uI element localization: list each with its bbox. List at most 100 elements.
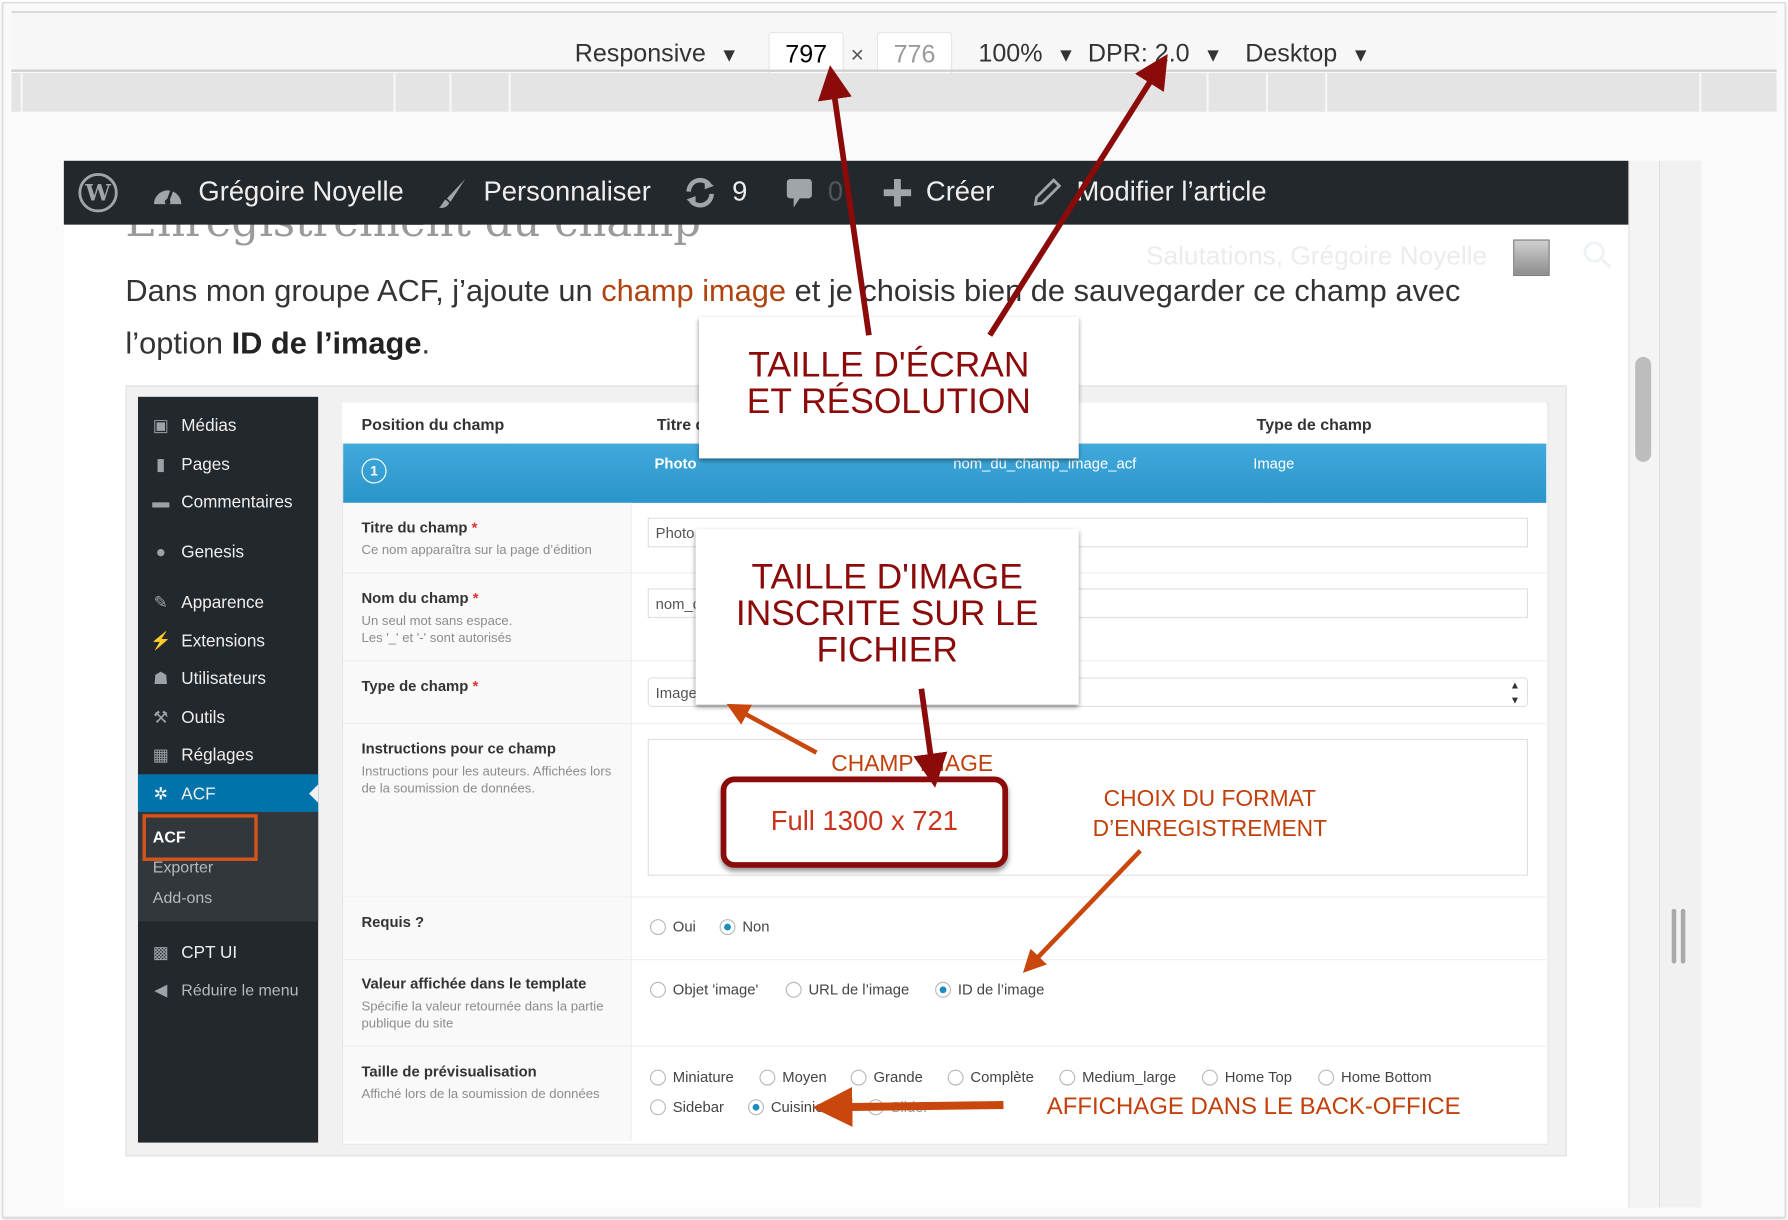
menu-label: Genesis <box>181 542 245 562</box>
field-name-desc: Un seul mot sans espace. Les '_' et '-' s… <box>361 613 618 647</box>
menu-item-apparence[interactable]: ✎ Apparence <box>138 585 318 619</box>
field-required-label: Requis ? <box>361 913 425 931</box>
radio-return-id[interactable]: ID de l’image <box>935 981 1044 998</box>
radio-preview-cuisinier[interactable]: Cuisinier <box>748 1098 829 1115</box>
zoom-dropdown[interactable]: 100% ▼ <box>978 38 1075 72</box>
radio-label: ID de l’image <box>957 980 1045 998</box>
menu-item-cpt-ui[interactable]: ▩ CPT UI <box>138 935 318 969</box>
viewport-scrollbar-track[interactable] <box>1628 160 1661 1208</box>
menu-label: Extensions <box>181 631 265 651</box>
radio-required-oui[interactable]: Oui <box>649 917 696 936</box>
menu-item-extensions[interactable]: ⚡ Extensions <box>138 624 318 658</box>
field-order-badge: 1 <box>361 458 387 484</box>
wp-logo-button[interactable]: W <box>78 161 119 225</box>
menu-label: Médias <box>181 415 237 436</box>
radio-label: Slider <box>890 1098 929 1116</box>
comments-link[interactable]: 0 <box>785 161 843 225</box>
collapse-arrow-icon: ◀ <box>154 980 168 1001</box>
comment-bubble-icon <box>786 179 812 208</box>
screenshot-stage: Responsive ▼ 797 × 776 100% ▼ DPR: 2.0 ▼… <box>0 0 1788 1220</box>
site-name-link[interactable]: Grégoire Noyelle <box>151 161 404 225</box>
required-marker: * <box>472 589 479 607</box>
radio-preview-moyen[interactable]: Moyen <box>759 1068 827 1086</box>
resize-handle-area[interactable] <box>1660 160 1702 1208</box>
radio-return-object[interactable]: Objet 'image' <box>649 981 758 998</box>
highlight-box <box>142 814 258 861</box>
menu-item-medias[interactable]: ▣ Médias <box>138 408 318 442</box>
zoom-label: 100% <box>978 38 1043 68</box>
radio-button-selected <box>719 918 736 935</box>
edit-post-label: Modifier l’article <box>1076 176 1267 208</box>
radio-button <box>867 1098 884 1115</box>
radio-preview-miniature[interactable]: Miniature <box>649 1068 734 1086</box>
ruler-tick <box>1699 72 1702 112</box>
radio-preview-home-top[interactable]: Home Top <box>1201 1068 1292 1086</box>
wp-admin-bar: W Grégoire Noyelle Personnaliser 9 0 Cré… <box>63 160 1629 225</box>
device-type-dropdown[interactable]: Desktop ▼ <box>1245 38 1370 72</box>
device-mode-dropdown[interactable]: Responsive ▼ <box>575 38 739 72</box>
field-row-title[interactable]: Photo <box>655 455 697 472</box>
radio-label: Miniature <box>672 1068 734 1086</box>
radio-preview-medium-large[interactable]: Medium_large <box>1059 1068 1176 1086</box>
required-marker: * <box>471 518 478 536</box>
champ-image-link[interactable]: champ image <box>601 274 786 308</box>
ruler-tick <box>1206 72 1209 112</box>
radio-preview-sidebar[interactable]: Sidebar <box>649 1098 724 1115</box>
radio-return-url[interactable]: URL de l’image <box>785 981 909 998</box>
brush-icon <box>439 179 466 208</box>
radio-button <box>850 1069 867 1086</box>
resize-handle-bar[interactable] <box>1680 908 1686 964</box>
menu-item-genesis[interactable]: ● Genesis <box>138 535 318 569</box>
label-text: Titre du champ <box>361 518 468 536</box>
appearance-icon: ✎ <box>153 592 168 613</box>
menu-label: ACF <box>181 783 216 804</box>
updates-icon <box>686 177 714 208</box>
new-content-link[interactable]: Créer <box>883 161 994 225</box>
dpr-label: DPR: 2.0 <box>1087 38 1190 68</box>
media-query-bar[interactable] <box>11 72 1777 112</box>
times-sign: × <box>850 43 864 69</box>
radio-button <box>1059 1069 1076 1086</box>
search-icon[interactable] <box>1582 239 1614 277</box>
radio-button <box>649 1069 666 1086</box>
viewport-scrollbar-thumb[interactable] <box>1635 356 1652 462</box>
menu-item-utilisateurs[interactable]: ☗ Utilisateurs <box>138 661 318 695</box>
collapse-menu-button[interactable]: ◀ Réduire le menu <box>138 973 318 1007</box>
ruler-tick <box>393 72 396 112</box>
radio-preview-complete[interactable]: Complète <box>947 1068 1034 1086</box>
active-pointer <box>309 784 319 803</box>
menu-item-outils[interactable]: ⚒ Outils <box>138 700 318 734</box>
radio-preview-home-bottom[interactable]: Home Bottom <box>1318 1068 1432 1086</box>
menu-item-commentaires[interactable]: ▬ Commentaires <box>138 485 318 519</box>
menu-item-reglages[interactable]: ▦ Réglages <box>138 738 318 772</box>
field-title-desc: Ce nom apparaîtra sur la page d’édition <box>361 543 592 558</box>
menu-item-pages[interactable]: ▮ Pages <box>138 447 318 481</box>
grid-icon: ▩ <box>152 943 169 963</box>
select-arrows-icon: ▲ ▼ <box>1509 679 1521 706</box>
radio-preview-slider[interactable]: Slider <box>867 1098 929 1116</box>
ruler-tick <box>508 72 511 112</box>
radio-label: Oui <box>672 917 696 936</box>
edit-post-link[interactable]: Modifier l’article <box>1031 161 1267 225</box>
radio-label: Home Top <box>1224 1068 1292 1086</box>
menu-item-acf[interactable]: ✲ ACF <box>137 774 319 814</box>
radio-preview-grande[interactable]: Grande <box>850 1068 923 1086</box>
radio-required-non[interactable]: Non <box>719 918 770 935</box>
full-size-text: Full 1300 x 721 <box>770 806 958 837</box>
resize-handle-bar[interactable] <box>1671 908 1677 964</box>
dpr-dropdown[interactable]: DPR: 2.0 ▼ <box>1088 38 1223 72</box>
submenu-add-ons[interactable]: Add-ons <box>153 888 212 906</box>
device-mode-label: Responsive <box>574 38 706 68</box>
wp-admin-menu: ▣ Médias ▮ Pages ▬ Commentaires ● Genesis ✎ A… <box>137 396 319 1143</box>
radio-button-selected <box>935 981 952 998</box>
menu-label: Réglages <box>181 745 254 765</box>
site-name-label: Grégoire Noyelle <box>198 176 404 208</box>
users-icon: ☗ <box>153 669 169 689</box>
dashboard-icon <box>153 188 182 205</box>
ruler-tick <box>449 72 452 112</box>
annotation-line: CHOIX DU FORMAT <box>1103 786 1317 812</box>
customize-link[interactable]: Personnaliser <box>436 161 651 225</box>
paragraph-bold: ID de l’image <box>231 326 422 361</box>
radio-label: Grande <box>873 1068 923 1086</box>
updates-link[interactable]: 9 <box>682 161 747 225</box>
